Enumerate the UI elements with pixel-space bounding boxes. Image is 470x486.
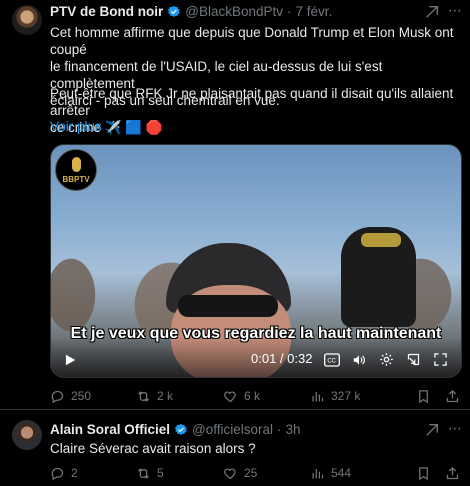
author-handle[interactable]: @BlackBondPtv	[185, 4, 283, 19]
reply-button[interactable]: 250	[50, 389, 91, 404]
views-button[interactable]: 544	[310, 466, 351, 481]
settings-button[interactable]	[379, 352, 394, 367]
video-player[interactable]: BBPTV Et je veux que vous regardiez la h…	[50, 144, 462, 378]
video-hand-detail	[361, 233, 401, 247]
more-icon[interactable]: ⋯	[448, 2, 462, 19]
tweet-extra-actions	[416, 389, 460, 404]
views-icon	[312, 391, 324, 401]
heart-icon	[224, 467, 236, 479]
show-more-link[interactable]: Voir plus	[50, 119, 102, 134]
repost-count: 5	[157, 466, 164, 480]
picture-in-picture-icon	[407, 353, 420, 366]
captions-button[interactable]: CC	[324, 353, 340, 367]
tweet-extra-actions	[416, 466, 460, 481]
video-person-glasses	[178, 295, 278, 317]
tweet-header: Alain Soral Officiel @officielsoral · 3h	[50, 422, 430, 437]
bookmark-icon[interactable]	[416, 466, 431, 481]
tweet-header: PTV de Bond noir @BlackBondPtv · 7 févr.	[50, 4, 430, 19]
grok-icon[interactable]	[424, 422, 440, 438]
video-controls: 0:01 / 0:32 CC	[51, 337, 461, 377]
timestamp[interactable]: 3h	[286, 422, 301, 437]
fullscreen-button[interactable]	[433, 352, 448, 367]
like-count: 6 k	[244, 389, 261, 403]
repost-icon	[138, 390, 149, 402]
reply-icon	[51, 467, 64, 480]
repost-button[interactable]: 2 k	[136, 389, 173, 404]
more-icon[interactable]: ⋯	[448, 420, 462, 437]
author-name[interactable]: PTV de Bond noir	[50, 4, 163, 19]
captions-icon: CC	[324, 353, 340, 367]
logo-text: BBPTV	[62, 175, 90, 184]
repost-icon	[138, 467, 149, 479]
tweet-text-2: Peut-être que RFK Jr ne plaisantait pas …	[50, 86, 454, 135]
bookmark-icon[interactable]	[416, 389, 431, 404]
video-time: 0:01 / 0:32	[251, 351, 313, 366]
grok-icon[interactable]	[424, 4, 440, 20]
verified-badge-icon	[174, 423, 187, 435]
avatar[interactable]	[12, 420, 42, 450]
separator: ·	[277, 422, 282, 437]
channel-logo: BBPTV	[55, 149, 97, 191]
tweet-text: Claire Séverac avait raison alors ?	[50, 441, 256, 456]
like-count: 25	[244, 466, 258, 480]
heart-icon	[224, 390, 236, 402]
reply-icon	[51, 390, 64, 403]
author-name[interactable]: Alain Soral Officiel	[50, 422, 170, 437]
tweet[interactable]: Alain Soral Officiel @officielsoral · 3h…	[0, 410, 470, 486]
share-icon[interactable]	[445, 389, 460, 404]
like-button[interactable]: 25	[223, 466, 257, 481]
tweet-actions: 2 5 25 544	[50, 463, 460, 483]
author-handle[interactable]: @officielsoral	[192, 422, 273, 437]
timestamp[interactable]: 7 févr.	[296, 4, 333, 19]
gear-icon	[380, 353, 393, 366]
separator: ·	[287, 4, 292, 19]
avatar[interactable]	[12, 5, 42, 35]
like-button[interactable]: 6 k	[223, 389, 260, 404]
volume-button[interactable]	[351, 353, 367, 367]
reply-count: 250	[71, 389, 92, 403]
verified-badge-icon	[167, 5, 180, 17]
views-icon	[312, 468, 324, 478]
repost-count: 2 k	[157, 389, 174, 403]
play-button[interactable]	[63, 353, 77, 367]
views-button[interactable]: 327 k	[310, 389, 360, 404]
repost-button[interactable]: 5	[136, 466, 164, 481]
reply-count: 2	[71, 466, 78, 480]
tweet-actions: 250 2 k 6 k 327 k	[50, 386, 460, 406]
share-icon[interactable]	[445, 466, 460, 481]
volume-icon	[353, 355, 365, 365]
svg-text:CC: CC	[327, 359, 336, 365]
tweet[interactable]: PTV de Bond noir @BlackBondPtv · 7 févr.…	[0, 0, 470, 410]
fullscreen-icon	[434, 353, 447, 366]
view-count: 327 k	[331, 389, 361, 403]
reply-button[interactable]: 2	[50, 466, 78, 481]
microphone-icon	[72, 157, 81, 172]
view-count: 544	[331, 466, 352, 480]
pip-button[interactable]	[406, 352, 421, 367]
play-icon	[65, 354, 76, 366]
